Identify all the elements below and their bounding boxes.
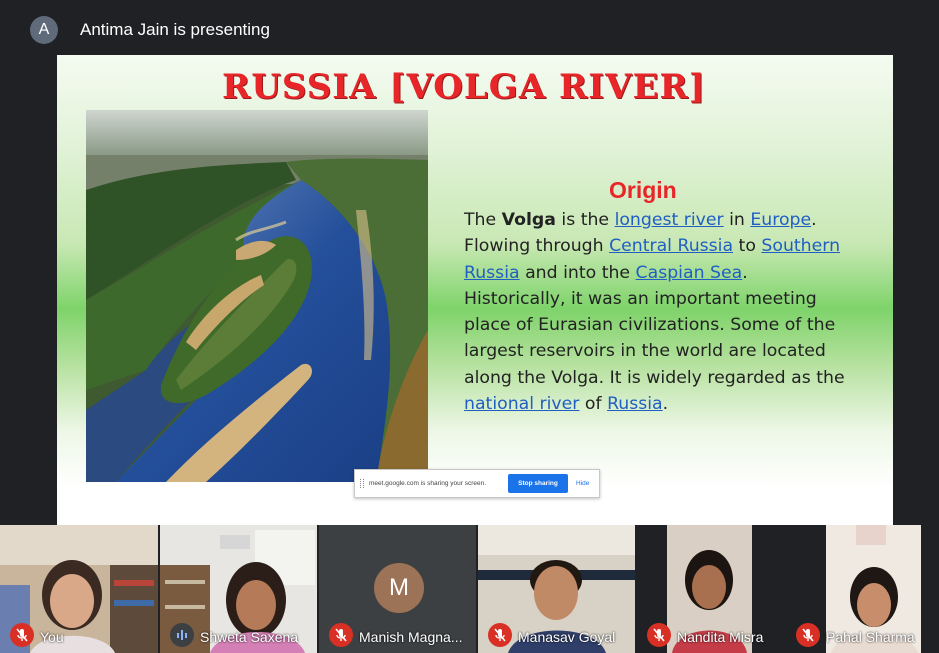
stop-sharing-button[interactable]: Stop sharing: [508, 474, 568, 493]
mic-off-icon: [10, 623, 34, 647]
presenter-avatar: A: [30, 16, 58, 44]
link-longest-river[interactable]: longest river: [615, 210, 724, 230]
participant-name: Nandita Misra: [677, 629, 764, 645]
link-russia[interactable]: Russia: [607, 394, 663, 414]
audio-level-icon: [170, 623, 194, 647]
text-segment: to: [733, 236, 762, 257]
link-europe[interactable]: Europe: [750, 210, 811, 230]
text-segment: and into the: [519, 262, 636, 283]
mic-off-icon: [796, 623, 820, 647]
presentation-slide: RUSSIA [VOLGA RIVER] Origin The Volga is…: [57, 55, 893, 525]
hide-button[interactable]: Hide: [576, 480, 589, 487]
participant-name: Manasav Goyal: [518, 629, 616, 645]
slide-body-text: The Volga is the longest river in Europe…: [464, 207, 849, 417]
meeting-header: A Antima Jain is presenting: [0, 0, 939, 52]
text-segment: in: [723, 210, 751, 230]
slide-heading-origin: Origin: [609, 177, 677, 203]
link-national-river[interactable]: national river: [464, 394, 579, 414]
participant-tile-manish-magna[interactable]: M Manish Magna...: [319, 525, 476, 653]
text-segment: The: [464, 210, 502, 230]
participant-tile-manasav-goyal[interactable]: Manasav Goyal: [478, 525, 635, 653]
mic-off-icon: [647, 623, 671, 647]
participant-strip: You Shweta Saxena M Manish Magna... Mana…: [0, 525, 939, 653]
participant-name: Pahal Sharma: [826, 629, 915, 645]
text-bold-volga: Volga: [501, 210, 556, 230]
mic-off-icon: [329, 623, 353, 647]
presenting-label: Antima Jain is presenting: [80, 20, 270, 39]
share-message: meet.google.com is sharing your screen.: [369, 480, 487, 487]
participant-tile-pahal-sharma[interactable]: Pahal Sharma: [786, 525, 939, 653]
slide-title: RUSSIA [VOLGA RIVER]: [222, 67, 706, 107]
participant-name: You: [40, 629, 64, 645]
text-segment: of: [579, 394, 608, 415]
link-caspian-sea[interactable]: Caspian Sea: [636, 263, 743, 283]
link-central-russia[interactable]: Central Russia: [609, 236, 733, 256]
text-segment: is the: [555, 210, 615, 230]
drag-handle-icon[interactable]: [360, 479, 364, 488]
mic-off-icon: [488, 623, 512, 647]
participant-tile-nandita-misra[interactable]: Nandita Misra: [637, 525, 784, 653]
participant-avatar: M: [374, 563, 424, 613]
participant-name: Manish Magna...: [359, 629, 463, 645]
screen-share-bar: meet.google.com is sharing your screen. …: [354, 469, 600, 498]
volga-river-photo: [86, 110, 428, 482]
participant-tile-shweta-saxena[interactable]: Shweta Saxena: [160, 525, 317, 653]
participant-name: Shweta Saxena: [200, 629, 299, 645]
text-segment: .: [662, 394, 669, 415]
participant-tile-you[interactable]: You: [0, 525, 158, 653]
